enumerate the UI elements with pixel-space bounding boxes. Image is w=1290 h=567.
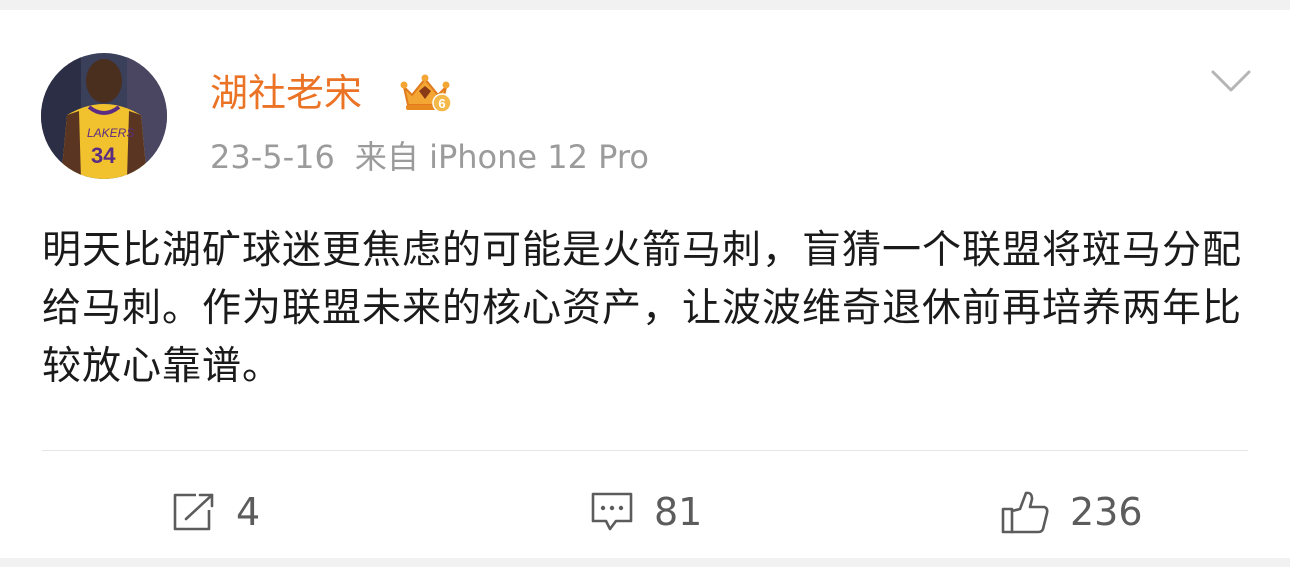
like-count: 236 — [1070, 490, 1143, 534]
post-timestamp: 23-5-16 — [210, 138, 335, 176]
comment-button[interactable]: 81 — [590, 480, 702, 544]
repost-count: 4 — [236, 490, 261, 534]
svg-text:LAKERS: LAKERS — [87, 126, 134, 140]
post-meta: 23-5-16 来自 iPhone 12 Pro — [210, 137, 649, 177]
comment-count: 81 — [654, 490, 703, 534]
vip-crown-icon[interactable]: 6 — [396, 73, 454, 113]
post-source: 来自 iPhone 12 Pro — [354, 138, 649, 176]
avatar-image: LAKERS 34 — [41, 53, 167, 179]
svg-text:34: 34 — [91, 143, 116, 168]
avatar[interactable]: LAKERS 34 — [41, 53, 167, 179]
repost-button[interactable]: 4 — [172, 480, 260, 544]
chevron-down-icon[interactable] — [1210, 68, 1252, 96]
divider — [42, 450, 1248, 451]
username[interactable]: 湖社老宋 — [210, 70, 362, 116]
post-content: 明天比湖矿球迷更焦虑的可能是火箭马刺，盲猜一个联盟将斑马分配给马刺。作为联盟未来… — [42, 228, 1243, 389]
repost-icon — [173, 493, 214, 531]
like-button[interactable]: 236 — [1000, 480, 1143, 544]
badge-level: 6 — [438, 96, 445, 111]
thumbs-up-icon — [1001, 491, 1049, 534]
comment-icon — [591, 492, 633, 531]
post-card: LAKERS 34 湖社老宋 6 23-5-16 来自 iPhone 12 Pro… — [0, 10, 1290, 558]
